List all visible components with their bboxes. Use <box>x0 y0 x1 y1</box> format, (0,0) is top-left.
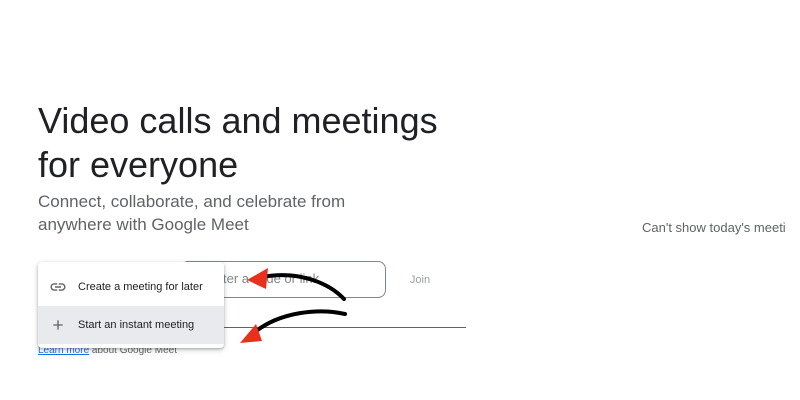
annotation-arrow-bottom <box>253 309 347 334</box>
page-title: Video calls and meetings for everyone <box>38 100 438 185</box>
menu-item-label: Create a meeting for later <box>78 281 203 293</box>
new-meeting-menu: Create a meeting for later Start an inst… <box>38 262 224 348</box>
plus-icon <box>38 317 78 333</box>
meeting-code-placeholder: ter a code or link <box>223 271 320 286</box>
join-button[interactable]: Join <box>402 266 438 294</box>
page-subtitle: Connect, collaborate, and celebrate from… <box>38 192 346 234</box>
calendar-status-message: Can't show today's meeti <box>642 220 786 235</box>
menu-item-start-instant-meeting[interactable]: Start an instant meeting <box>38 306 224 344</box>
menu-item-create-meeting-later[interactable]: Create a meeting for later <box>38 268 224 306</box>
menu-item-label: Start an instant meeting <box>78 319 195 331</box>
link-icon <box>38 278 78 296</box>
